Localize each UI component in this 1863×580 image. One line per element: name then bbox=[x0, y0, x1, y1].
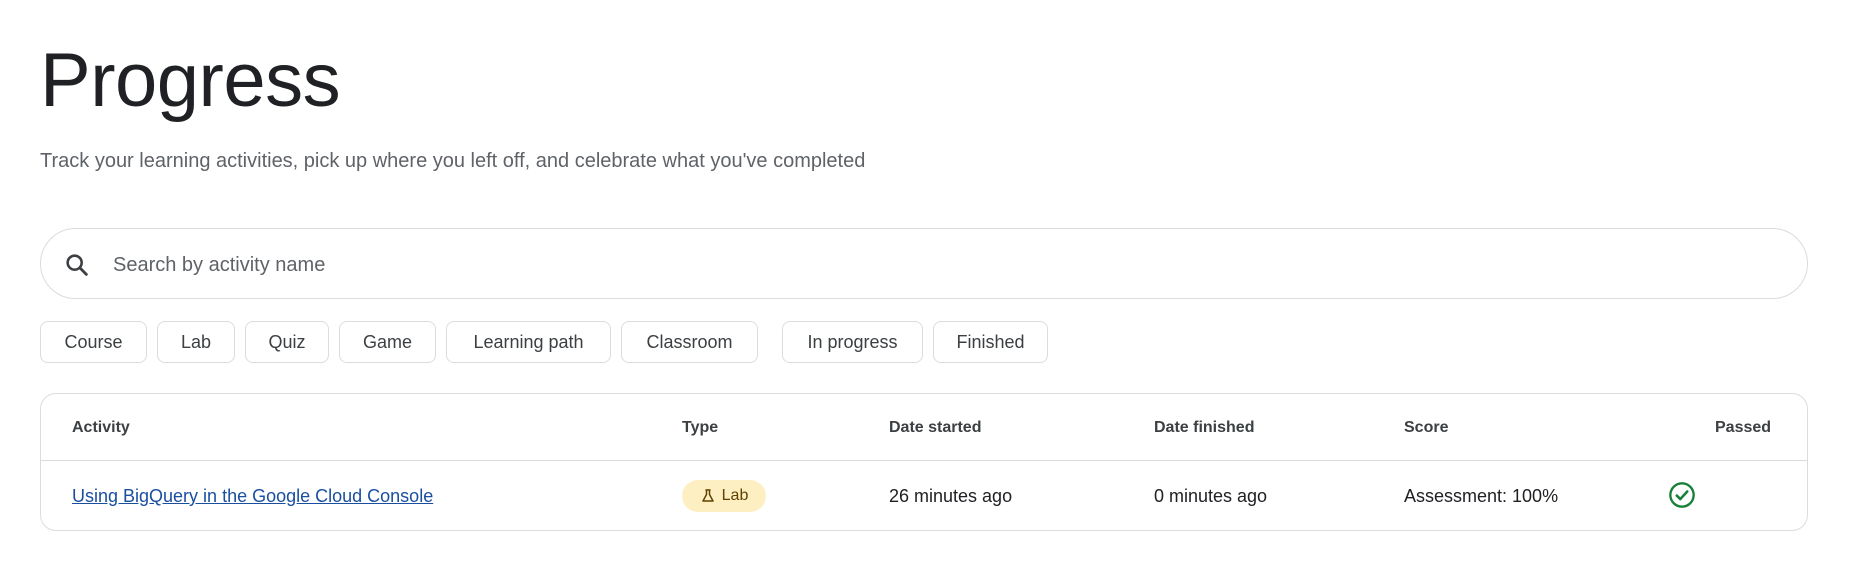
type-badge-label: Lab bbox=[721, 487, 749, 504]
column-header-passed: Passed bbox=[1715, 419, 1772, 436]
column-header-type: Type bbox=[682, 419, 719, 436]
column-header-activity: Activity bbox=[72, 419, 130, 436]
chip-learning-path[interactable]: Learning path bbox=[446, 321, 611, 363]
chip-lab[interactable]: Lab bbox=[157, 321, 235, 363]
column-header-score: Score bbox=[1404, 419, 1449, 436]
chip-finished[interactable]: Finished bbox=[933, 321, 1048, 363]
date-finished-cell: 0 minutes ago bbox=[1154, 486, 1268, 506]
score-cell: Assessment: 100% bbox=[1404, 486, 1559, 506]
chip-game[interactable]: Game bbox=[339, 321, 436, 363]
table-header: Activity Type Date started Date finished… bbox=[41, 394, 1807, 461]
chip-in-progress[interactable]: In progress bbox=[782, 321, 923, 363]
column-header-date-finished: Date finished bbox=[1154, 419, 1255, 436]
search-icon bbox=[66, 254, 88, 276]
search-bar[interactable] bbox=[40, 228, 1808, 299]
activity-link[interactable]: Using BigQuery in the Google Cloud Conso… bbox=[72, 485, 433, 507]
page-subtitle: Track your learning activities, pick up … bbox=[40, 150, 866, 172]
column-header-date-started: Date started bbox=[889, 419, 982, 436]
flask-icon bbox=[701, 489, 714, 502]
type-badge: Lab bbox=[682, 480, 766, 512]
date-started-cell: 26 minutes ago bbox=[889, 486, 1013, 506]
page-title: Progress bbox=[40, 38, 341, 123]
progress-page: Progress Track your learning activities,… bbox=[0, 0, 1863, 580]
chip-quiz[interactable]: Quiz bbox=[245, 321, 329, 363]
activity-table: Activity Type Date started Date finished… bbox=[40, 393, 1808, 531]
chip-classroom[interactable]: Classroom bbox=[621, 321, 758, 363]
search-input[interactable] bbox=[111, 244, 1765, 286]
table-row: Using BigQuery in the Google Cloud Conso… bbox=[41, 461, 1807, 530]
chip-course[interactable]: Course bbox=[40, 321, 147, 363]
check-circle-icon bbox=[1669, 482, 1695, 508]
